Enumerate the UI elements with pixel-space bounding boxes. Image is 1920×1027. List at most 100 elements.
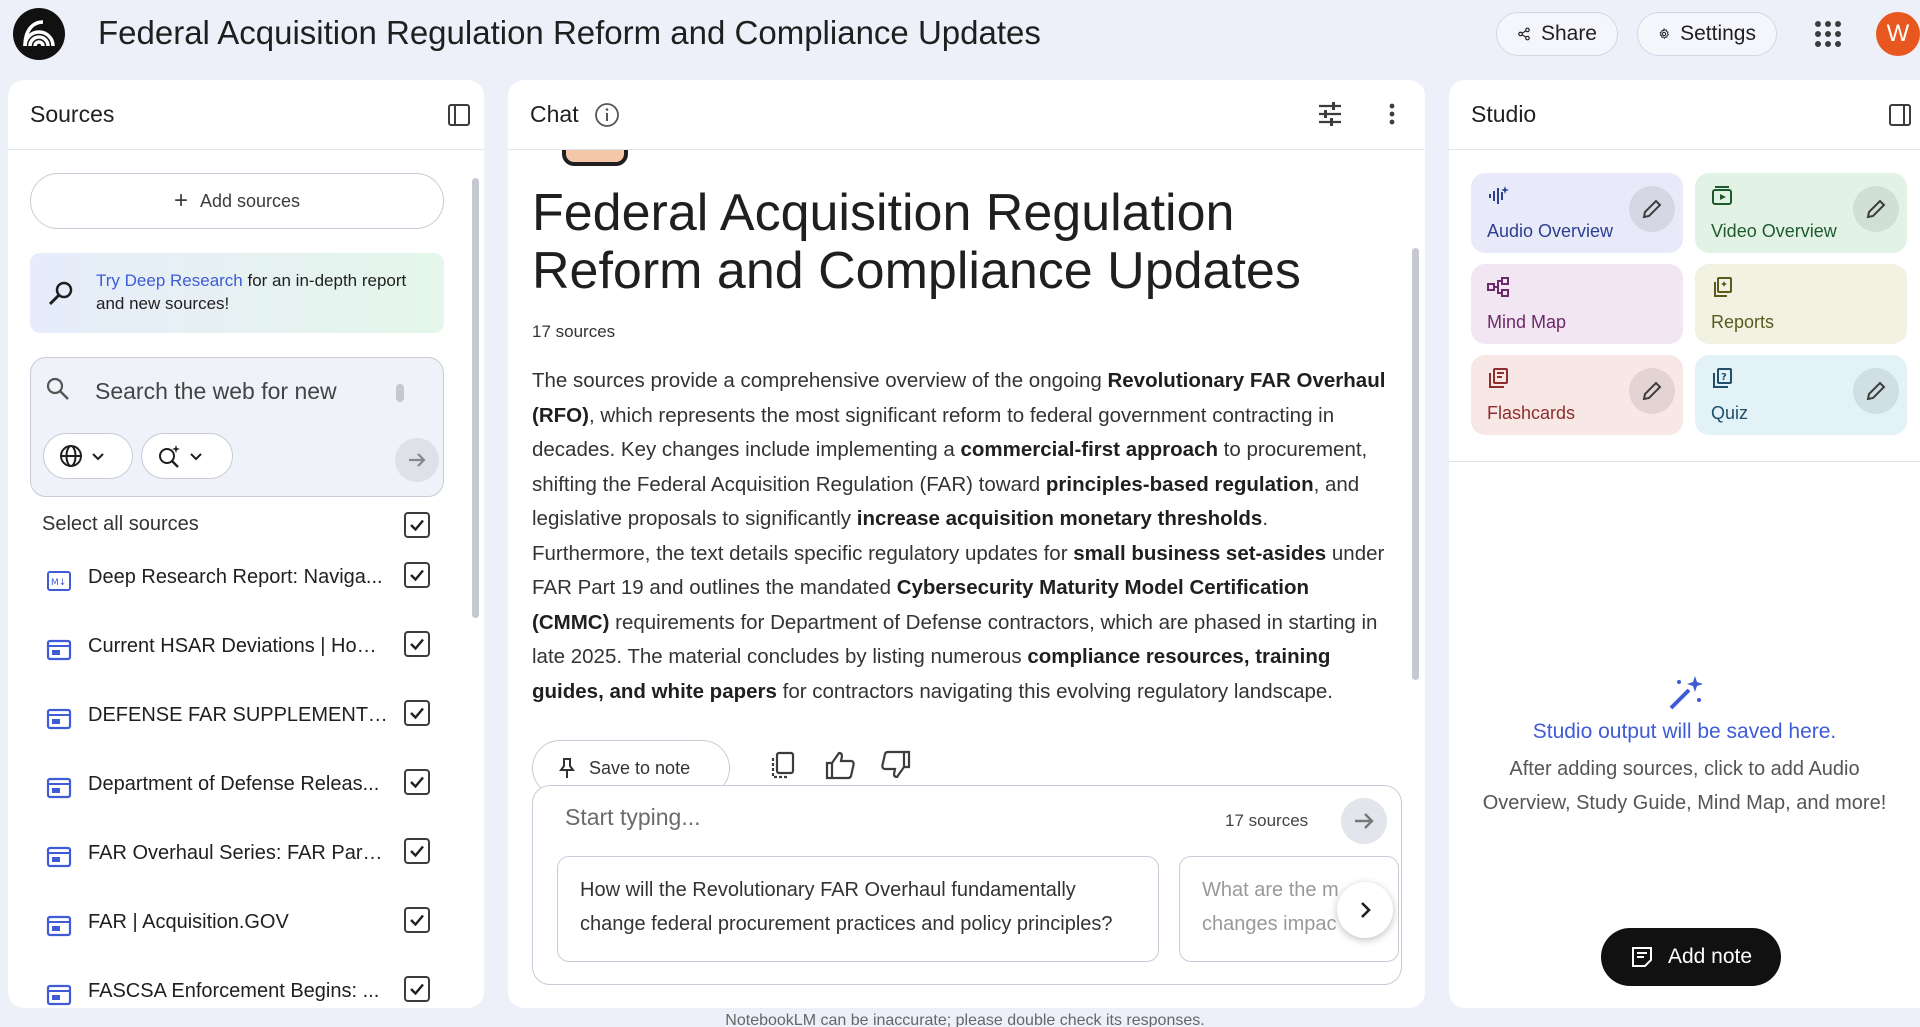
source-checkbox[interactable]: [404, 700, 430, 726]
source-item[interactable]: Current HSAR Deviations | Hom...: [8, 629, 468, 679]
checkmark-icon: [410, 983, 424, 996]
pin-icon: [559, 758, 575, 778]
source-item[interactable]: Department of Defense Releas...: [8, 767, 468, 817]
add-note-label: Add note: [1667, 945, 1753, 968]
web-page-icon: [46, 708, 72, 730]
edit-button[interactable]: [1853, 368, 1899, 414]
checkmark-icon: [410, 569, 424, 582]
deep-research-link[interactable]: Try Deep Research: [96, 271, 243, 290]
disclaimer: NotebookLM can be inaccurate; please dou…: [725, 1012, 1205, 1027]
plus-icon: +: [173, 187, 188, 214]
reports-icon: [1714, 277, 1732, 297]
source-item-label: FASCSA Enforcement Begins: ...: [88, 980, 380, 1002]
arrow-right-icon: [409, 453, 426, 467]
tune-icon[interactable]: [1316, 100, 1344, 128]
source-item[interactable]: FAR Overhaul Series: FAR Part ...: [8, 836, 468, 886]
source-item[interactable]: FAR | Acquisition.GOV: [8, 905, 468, 955]
chat-input[interactable]: [565, 804, 1165, 831]
edit-button[interactable]: [1629, 186, 1675, 232]
search-submit-button[interactable]: [395, 438, 439, 482]
deep-research-text: Try Deep Research for an in-depth report…: [96, 269, 426, 315]
studio-header: Studio: [1449, 80, 1920, 150]
studio-divider: [1449, 461, 1920, 462]
top-bar: Federal Acquisition Regulation Reform an…: [0, 0, 1920, 70]
next-suggestions-button[interactable]: [1337, 882, 1393, 938]
add-sources-button[interactable]: + Add sources: [30, 173, 444, 229]
web-page-icon: [46, 777, 72, 799]
pencil-icon: [1866, 199, 1886, 219]
checkmark-icon: [410, 914, 424, 927]
svg-text:?: ?: [1721, 372, 1727, 383]
thumbs-down-icon[interactable]: [880, 750, 912, 780]
source-item[interactable]: DEFENSE FAR SUPPLEMENT (D...: [8, 698, 468, 748]
pencil-icon: [1642, 381, 1662, 401]
summary-highlight: commercial-first approach: [960, 438, 1218, 461]
send-button[interactable]: [1341, 798, 1387, 844]
chat-header: Chat: [508, 80, 1425, 150]
sources-panel: Sources + Add sources Try Deep Research …: [8, 80, 484, 1008]
source-checkbox[interactable]: [404, 976, 430, 1002]
deep-research-banner[interactable]: Try Deep Research for an in-depth report…: [30, 253, 444, 333]
checkmark-icon: [410, 638, 424, 651]
notebook-title[interactable]: Federal Acquisition Regulation Reform an…: [98, 14, 1041, 52]
collapse-panel-icon[interactable]: [446, 102, 472, 128]
composer-source-count: 17 sources: [1225, 811, 1309, 830]
collapse-panel-icon[interactable]: [1887, 102, 1913, 128]
summary-text: The sources provide a comprehensive over…: [532, 369, 1108, 392]
quiz-icon: ?: [1713, 368, 1732, 388]
note-icon: [1631, 947, 1652, 967]
chat-scrollbar[interactable]: [1412, 248, 1419, 680]
checkmark-icon: [410, 707, 424, 720]
copy-icon[interactable]: [768, 750, 798, 780]
add-note-button[interactable]: Add note: [1601, 928, 1781, 986]
source-item-label: FAR Overhaul Series: FAR Part ...: [88, 842, 388, 864]
checkmark-icon: [410, 519, 424, 532]
notebook-summary: The sources provide a comprehensive over…: [532, 364, 1392, 709]
summary-highlight: increase acquisition monetary thresholds: [856, 507, 1263, 530]
web-search-input[interactable]: [95, 378, 395, 405]
video-play-icon: [1712, 186, 1732, 205]
notebooklm-logo-icon[interactable]: [13, 8, 65, 60]
globe-icon: [60, 445, 82, 467]
reports-tile[interactable]: Reports: [1695, 264, 1907, 344]
quiz-tile[interactable]: ? Quiz: [1695, 355, 1907, 435]
source-checkbox[interactable]: [404, 838, 430, 864]
checkmark-icon: [410, 776, 424, 789]
source-checkbox[interactable]: [404, 769, 430, 795]
search-icon: [46, 377, 69, 400]
tile-label: Quiz: [1711, 403, 1749, 423]
select-all-checkbox[interactable]: [404, 512, 430, 538]
video-overview-tile[interactable]: Video Overview: [1695, 173, 1907, 253]
sparkle-search-icon: [159, 445, 180, 468]
audio-overview-tile[interactable]: Audio Overview: [1471, 173, 1683, 253]
source-checkbox[interactable]: [404, 907, 430, 933]
sources-scrollbar[interactable]: [472, 178, 479, 618]
studio-panel: Studio Audio Overview Video Overview Min…: [1449, 80, 1920, 1008]
apps-grid-icon[interactable]: [1810, 16, 1846, 52]
audio-waveform-icon: [1489, 186, 1509, 204]
edit-button[interactable]: [1853, 186, 1899, 232]
avatar[interactable]: W: [1876, 12, 1920, 56]
share-button[interactable]: Share: [1496, 12, 1618, 56]
more-vert-icon[interactable]: [1378, 100, 1406, 128]
edit-button[interactable]: [1629, 368, 1675, 414]
web-source-dropdown[interactable]: [43, 433, 133, 479]
source-item[interactable]: FASCSA Enforcement Begins: ...: [8, 974, 468, 1008]
thumbs-up-icon[interactable]: [824, 750, 856, 780]
info-icon[interactable]: [594, 102, 620, 128]
web-page-icon: [46, 639, 72, 661]
settings-button[interactable]: Settings: [1637, 12, 1777, 56]
source-item[interactable]: M↓ Deep Research Report: Naviga...: [8, 560, 468, 610]
suggested-question[interactable]: How will the Revolutionary FAR Overhaul …: [557, 856, 1159, 962]
mind-map-tile[interactable]: Mind Map: [1471, 264, 1683, 344]
source-checkbox[interactable]: [404, 562, 430, 588]
settings-label: Settings: [1680, 22, 1756, 45]
flashcards-tile[interactable]: Flashcards: [1471, 355, 1683, 435]
search-scrollbar[interactable]: [396, 384, 404, 402]
mind-map-icon: [1487, 277, 1509, 297]
arrow-right-icon: [1355, 813, 1374, 829]
source-checkbox[interactable]: [404, 631, 430, 657]
gear-icon: [1659, 27, 1670, 40]
source-item-label: Current HSAR Deviations | Hom...: [88, 635, 388, 657]
research-mode-dropdown[interactable]: [141, 433, 233, 479]
